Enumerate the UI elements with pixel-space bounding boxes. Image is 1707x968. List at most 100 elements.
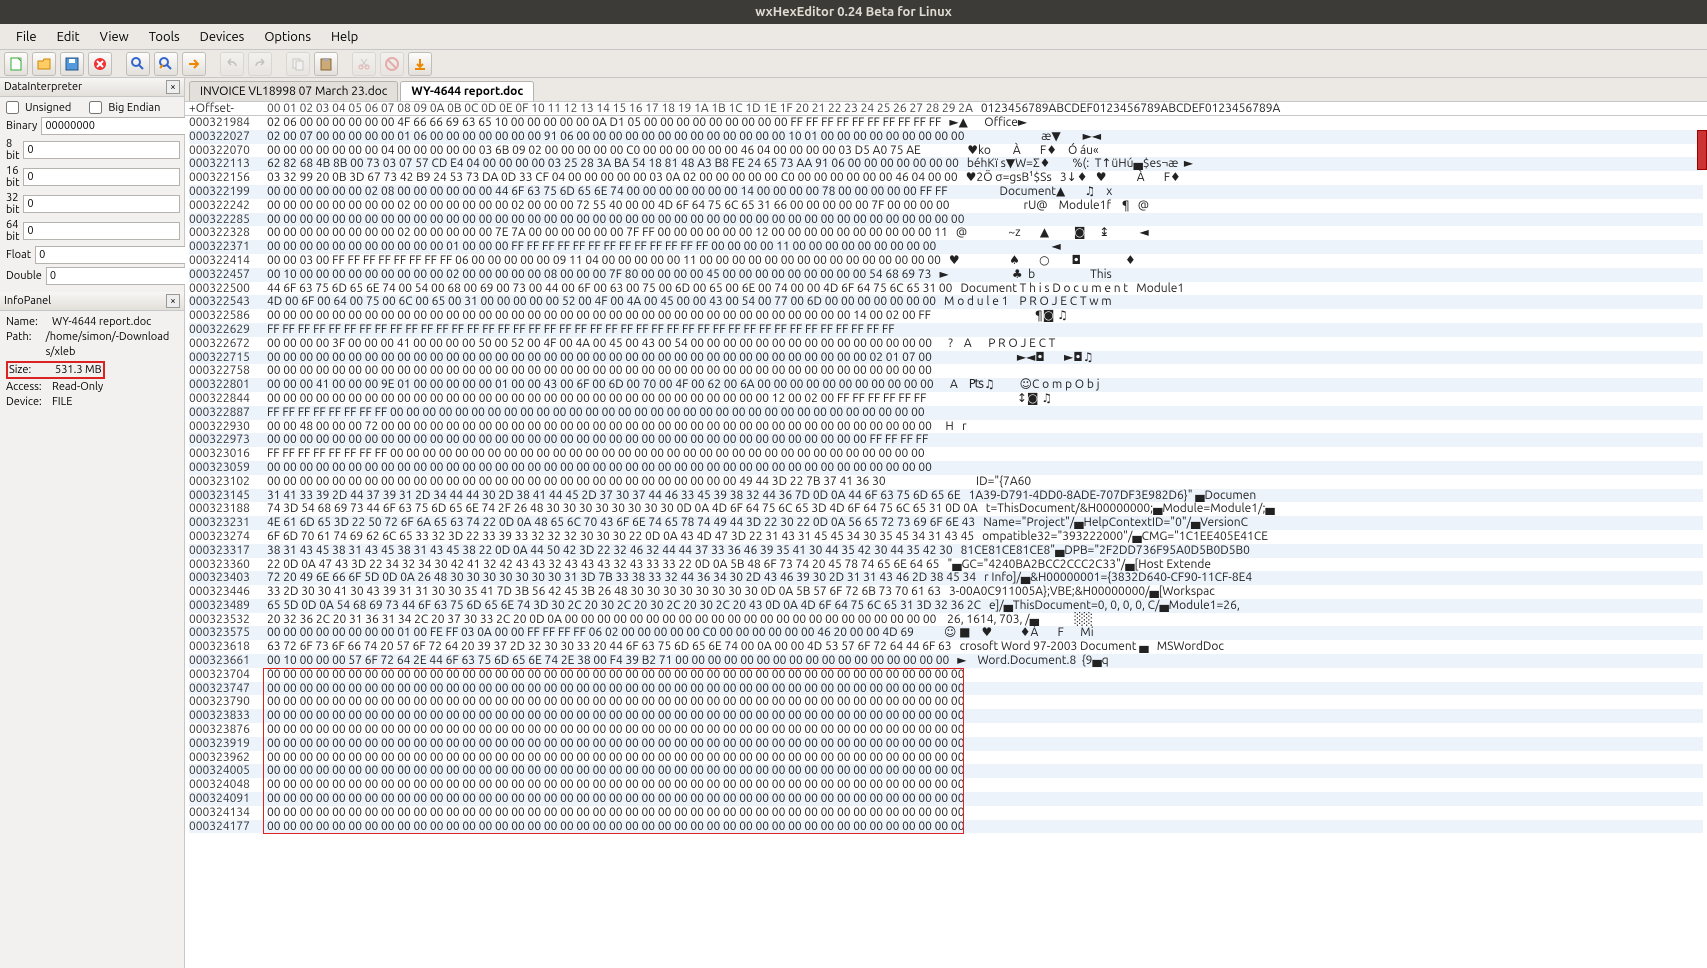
find-button[interactable]: [126, 52, 150, 76]
hex-row[interactable]: 00032340372 20 49 6E 66 6F 5D 0D 0A 26 4…: [189, 571, 1703, 585]
hex-row[interactable]: 00032258600 00 00 00 00 00 00 00 00 00 0…: [189, 309, 1703, 323]
hex-row[interactable]: 00032211362 82 68 4B 8B 00 73 03 07 57 C…: [189, 157, 1703, 171]
hex-row[interactable]: 00032387600 00 00 00 00 00 00 00 00 00 0…: [189, 723, 1703, 737]
hex-row[interactable]: 0003232746F 6D 70 61 74 69 62 6C 65 33 3…: [189, 530, 1703, 544]
menu-view[interactable]: View: [90, 26, 139, 48]
hex-row[interactable]: 00032305900 00 00 00 00 00 00 00 00 00 0…: [189, 461, 1703, 475]
goto-button[interactable]: [182, 52, 206, 76]
hex-row[interactable]: 00032348965 5D 0D 0A 54 68 69 73 44 6F 6…: [189, 599, 1703, 613]
di-field[interactable]: [23, 195, 180, 213]
replace-button[interactable]: [154, 52, 178, 76]
hex-row[interactable]: 00032241400 00 03 00 FF FF FF FF FF FF F…: [189, 254, 1703, 268]
cut-button[interactable]: [352, 52, 376, 76]
hex-row[interactable]: 00032297300 00 00 00 00 00 00 00 00 00 0…: [189, 433, 1703, 447]
bigendian-checkbox[interactable]: [89, 101, 102, 114]
binary-field[interactable]: [41, 117, 198, 135]
hex-header-bytes: 00 01 02 03 04 05 06 07 08 09 0A 0B 0C 0…: [267, 102, 973, 115]
hex-row[interactable]: 00032237100 00 00 00 00 00 00 00 00 00 0…: [189, 240, 1703, 254]
di-field[interactable]: [46, 267, 203, 285]
hex-row[interactable]: 00032224200 00 00 00 00 00 00 00 02 00 0…: [189, 199, 1703, 213]
paste-button[interactable]: [314, 52, 338, 76]
hex-row[interactable]: 00032228500 00 00 00 00 00 00 00 00 00 0…: [189, 213, 1703, 227]
tab-invoice[interactable]: INVOICE VL18998 07 March 23.doc: [189, 81, 398, 101]
hex-row[interactable]: 00032318874 3D 54 68 69 73 44 6F 63 75 6…: [189, 502, 1703, 516]
hex-row[interactable]: 00032280100 00 00 41 00 00 00 9E 01 00 0…: [189, 378, 1703, 392]
undo-button[interactable]: [220, 52, 244, 76]
info-access-value: Read-Only: [52, 380, 103, 395]
save-button[interactable]: [60, 52, 84, 76]
hex-row[interactable]: 00032400500 00 00 00 00 00 00 00 00 00 0…: [189, 764, 1703, 778]
menu-tools[interactable]: Tools: [139, 26, 190, 48]
hex-row[interactable]: 0003232314E 61 6D 65 3D 22 50 72 6F 6A 6…: [189, 516, 1703, 530]
menu-options[interactable]: Options: [254, 26, 321, 48]
hex-row[interactable]: 00032404800 00 00 00 00 00 00 00 00 00 0…: [189, 778, 1703, 792]
hex-row[interactable]: 00032353220 32 36 2C 20 31 36 31 34 2C 2…: [189, 613, 1703, 627]
hex-row[interactable]: 000322629FF FF FF FF FF FF FF FF FF FF F…: [189, 323, 1703, 337]
di-label: Double: [6, 270, 42, 282]
hex-row[interactable]: 00032413400 00 00 00 00 00 00 00 00 00 0…: [189, 806, 1703, 820]
hex-row[interactable]: 00032310200 00 00 00 00 00 00 00 00 00 0…: [189, 475, 1703, 489]
menu-file[interactable]: File: [6, 26, 47, 48]
hex-row[interactable]: 00032271500 00 00 00 00 00 00 00 00 00 0…: [189, 351, 1703, 365]
hex-row[interactable]: 00032391900 00 00 00 00 00 00 00 00 00 0…: [189, 737, 1703, 751]
hex-row[interactable]: 00032245700 10 00 00 00 00 00 00 00 00 0…: [189, 268, 1703, 282]
scrollbar-handle[interactable]: [1697, 130, 1707, 170]
copy-button[interactable]: [286, 52, 310, 76]
unsigned-checkbox[interactable]: [6, 101, 19, 114]
hex-row[interactable]: 00032202702 00 07 00 00 00 00 00 01 06 0…: [189, 130, 1703, 144]
di-field[interactable]: [35, 246, 192, 264]
hex-row[interactable]: 00032396200 00 00 00 00 00 00 00 00 00 0…: [189, 751, 1703, 765]
hex-row[interactable]: 00032284400 00 00 00 00 00 00 00 00 00 0…: [189, 392, 1703, 406]
hex-row[interactable]: 00032207000 00 00 00 00 00 00 04 00 00 0…: [189, 144, 1703, 158]
hex-row[interactable]: 00032215603 32 99 20 0B 3D 67 73 42 B9 2…: [189, 171, 1703, 185]
di-field[interactable]: [23, 222, 180, 240]
hex-row[interactable]: 00032293000 00 48 00 00 00 72 00 00 00 0…: [189, 420, 1703, 434]
hex-row[interactable]: 00032383300 00 00 00 00 00 00 00 00 00 0…: [189, 709, 1703, 723]
hex-row[interactable]: 00032219900 00 00 00 00 00 02 08 00 00 0…: [189, 185, 1703, 199]
hex-row[interactable]: 00032331738 31 43 45 38 31 43 45 38 31 4…: [189, 544, 1703, 558]
redo-button[interactable]: [248, 52, 272, 76]
di-field[interactable]: [23, 168, 180, 186]
open-file-button[interactable]: [32, 52, 56, 76]
hex-row[interactable]: 00032366100 10 00 00 00 57 6F 72 64 2E 4…: [189, 654, 1703, 668]
menu-edit[interactable]: Edit: [47, 26, 90, 48]
hex-row[interactable]: 00032250044 6F 63 75 6D 65 6E 74 00 54 0…: [189, 282, 1703, 296]
di-label: 64 bit: [6, 219, 19, 243]
hex-row[interactable]: 00032232800 00 00 00 00 00 00 00 02 00 0…: [189, 226, 1703, 240]
insert-button[interactable]: [408, 52, 432, 76]
hex-row[interactable]: 00032409100 00 00 00 00 00 00 00 00 00 0…: [189, 792, 1703, 806]
menu-help[interactable]: Help: [321, 26, 368, 48]
hex-row[interactable]: 00032417700 00 00 00 00 00 00 00 00 00 0…: [189, 820, 1703, 834]
hex-row[interactable]: 000322887FF FF FF FF FF FF FF FF 00 00 0…: [189, 406, 1703, 420]
tab-report[interactable]: WY-4644 report.doc: [400, 81, 534, 101]
window-title: wxHexEditor 0.24 Beta for Linux: [755, 5, 952, 19]
hex-row[interactable]: 00032314531 41 33 39 2D 44 37 39 31 2D 3…: [189, 489, 1703, 503]
hex-row[interactable]: 000323016FF FF FF FF FF FF FF FF 00 00 0…: [189, 447, 1703, 461]
hex-view[interactable]: 00032198402 06 00 00 00 00 00 00 4F 66 6…: [185, 116, 1707, 968]
info-name-label: Name:: [6, 315, 52, 330]
hex-header-offset: +Offset-: [189, 102, 267, 115]
hex-header-ascii: 0123456789ABCDEF0123456789ABCDEF01234567…: [981, 102, 1280, 115]
hex-row[interactable]: 00032344633 2D 30 30 41 30 43 39 31 31 3…: [189, 585, 1703, 599]
close-icon[interactable]: ×: [166, 80, 180, 94]
hex-row[interactable]: 00032374700 00 00 00 00 00 00 00 00 00 0…: [189, 682, 1703, 696]
info-device-value: FILE: [52, 395, 72, 410]
hex-row[interactable]: 00032357500 00 00 00 00 00 00 00 01 00 F…: [189, 626, 1703, 640]
menu-devices[interactable]: Devices: [190, 26, 255, 48]
hex-row[interactable]: 00032336022 0D 0A 47 43 3D 22 34 32 34 3…: [189, 558, 1703, 572]
hex-row[interactable]: 00032275800 00 00 00 00 00 00 00 00 00 0…: [189, 364, 1703, 378]
close-file-button[interactable]: [88, 52, 112, 76]
hex-row[interactable]: 00032361863 72 6F 73 6F 66 74 20 57 6F 7…: [189, 640, 1703, 654]
delete-button[interactable]: [380, 52, 404, 76]
new-file-button[interactable]: [4, 52, 28, 76]
hex-row[interactable]: 0003225434D 00 6F 00 64 00 75 00 6C 00 6…: [189, 295, 1703, 309]
hex-row[interactable]: 00032267200 00 00 00 3F 00 00 00 41 00 0…: [189, 337, 1703, 351]
hex-row[interactable]: 00032379000 00 00 00 00 00 00 00 00 00 0…: [189, 695, 1703, 709]
close-icon[interactable]: ×: [166, 294, 180, 308]
unsigned-label: Unsigned: [25, 102, 71, 114]
hex-row[interactable]: 00032370400 00 00 00 00 00 00 00 00 00 0…: [189, 668, 1703, 682]
di-field[interactable]: [23, 141, 180, 159]
window-titlebar: wxHexEditor 0.24 Beta for Linux: [0, 0, 1707, 24]
hex-row[interactable]: 00032198402 06 00 00 00 00 00 00 4F 66 6…: [189, 116, 1703, 130]
info-path-label: Path:: [6, 330, 46, 360]
